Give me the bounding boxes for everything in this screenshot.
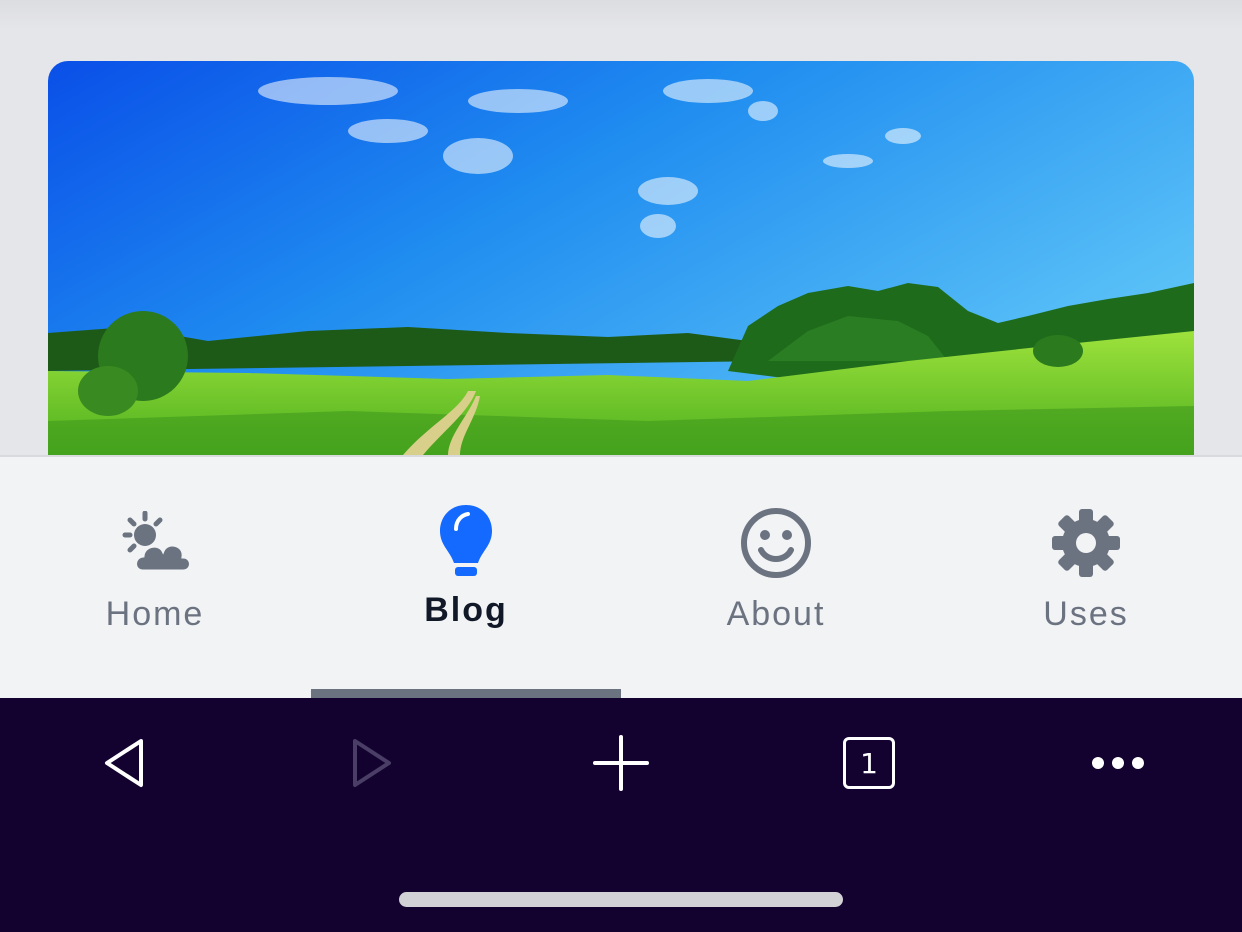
tabs-icon: 1 — [843, 737, 895, 789]
tab-blog[interactable]: Blog — [311, 457, 621, 698]
tab-uses[interactable]: Uses — [931, 457, 1241, 698]
new-tab-icon — [593, 735, 649, 791]
smiley-face-icon — [739, 503, 813, 583]
tab-about-label: About — [726, 595, 826, 633]
browser-toolbar: 1 — [0, 698, 1242, 932]
more-icon — [1092, 757, 1144, 769]
back-icon — [105, 739, 143, 787]
tab-bar: Home Blog About Uses — [0, 455, 1242, 700]
forward-button[interactable] — [332, 728, 412, 798]
tab-home[interactable]: Home — [0, 457, 310, 698]
top-shade — [0, 0, 1242, 30]
tabs-button[interactable]: 1 — [829, 728, 909, 798]
lightbulb-icon — [438, 503, 494, 583]
tab-home-label: Home — [105, 595, 205, 633]
tab-blog-label: Blog — [424, 591, 508, 629]
forward-icon — [353, 739, 391, 787]
gear-icon — [1050, 503, 1122, 583]
back-button[interactable] — [84, 728, 164, 798]
more-button[interactable] — [1078, 728, 1158, 798]
home-indicator — [399, 892, 843, 907]
new-tab-button[interactable] — [581, 728, 661, 798]
weather-sun-cloud-icon — [117, 503, 193, 583]
tab-about[interactable]: About — [621, 457, 931, 698]
hero-image — [48, 61, 1194, 455]
tab-uses-label: Uses — [1043, 595, 1129, 633]
